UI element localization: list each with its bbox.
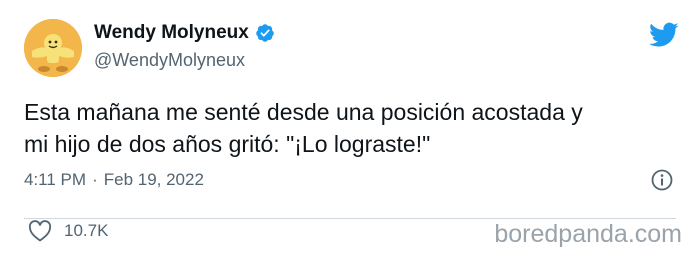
- tweet-text-line: Esta mañana me senté desde una posición …: [24, 99, 583, 125]
- author-handle[interactable]: @WendyMolyneux: [94, 50, 245, 71]
- tweet-time: 4:11 PM: [24, 170, 87, 189]
- author-display-name[interactable]: Wendy Molyneux: [94, 22, 249, 44]
- tweet-text-line: mi hijo de dos años gritó: "¡Lo lograste…: [24, 131, 431, 157]
- author-name-row: Wendy Molyneux: [94, 22, 275, 44]
- like-button[interactable]: 10.7K: [28, 220, 108, 242]
- tweet-text: Esta mañana me senté desde una posición …: [24, 96, 684, 160]
- boredpanda-watermark: boredpanda.com: [494, 220, 682, 248]
- heart-icon: [28, 220, 52, 242]
- avatar[interactable]: [24, 19, 82, 77]
- tweet-card: Wendy Molyneux @WendyMolyneux Esta mañan…: [0, 0, 700, 257]
- twitter-bird-icon[interactable]: [649, 22, 679, 48]
- tweet-timestamp[interactable]: 4:11 PM · Feb 19, 2022: [24, 170, 204, 190]
- divider: [24, 218, 676, 219]
- separator-dot: ·: [92, 170, 98, 189]
- info-icon[interactable]: [650, 168, 674, 192]
- tweet-date: Feb 19, 2022: [103, 170, 204, 189]
- avatar-illustration: [24, 19, 82, 77]
- like-count: 10.7K: [64, 221, 109, 240]
- verified-badge-icon: [255, 23, 275, 43]
